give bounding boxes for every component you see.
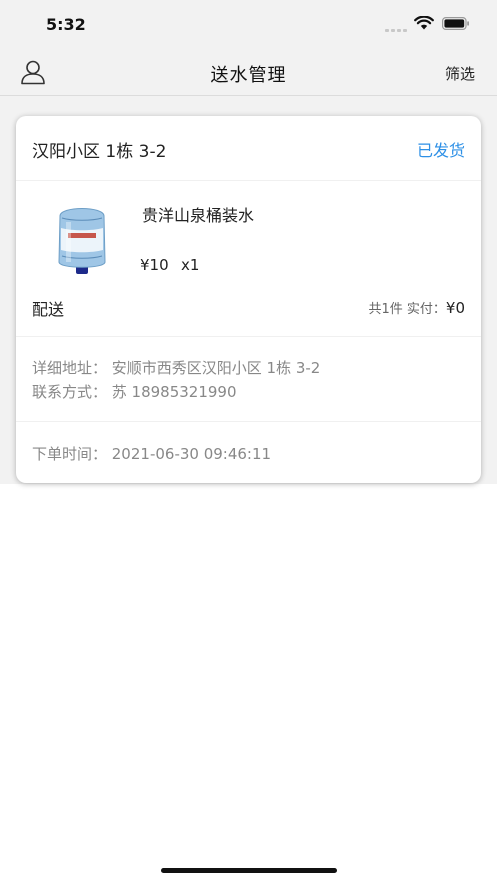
filter-button[interactable]: 筛选 <box>445 63 475 84</box>
address-line: 详细地址： 安顺市西秀区汉阳小区 1栋 3-2 <box>32 359 321 377</box>
battery-icon <box>442 17 469 30</box>
page-title: 送水管理 <box>210 65 287 86</box>
wifi-icon <box>414 16 434 30</box>
product-quantity: x1 <box>181 256 200 274</box>
card-divider <box>16 336 481 337</box>
order-address-title: 汉阳小区 1栋 3-2 <box>32 142 167 162</box>
summary-prefix: 共1件 实付： <box>368 302 446 317</box>
contact-line: 联系方式： 苏 18985321990 <box>32 383 237 401</box>
order-summary: 共1件 实付：¥0 <box>369 298 466 317</box>
order-status-badge: 已发货 <box>416 141 465 160</box>
order-card[interactable]: 汉阳小区 1栋 3-2 已发货 贵洋山泉桶装水 ¥10 x1 配送 共1件 实付… <box>16 116 481 483</box>
water-bucket-image[interactable] <box>42 200 122 276</box>
order-time-line: 下单时间： 2021-06-30 09:46:11 <box>32 445 272 463</box>
order-card-header: 汉阳小区 1栋 3-2 已发货 <box>16 116 481 181</box>
product-name: 贵洋山泉桶装水 <box>142 206 255 225</box>
status-time: 5:32 <box>46 15 86 34</box>
home-indicator <box>161 868 337 873</box>
cellular-signal-icon <box>385 26 407 32</box>
delivery-method: 配送 <box>32 300 65 319</box>
summary-amount: ¥0 <box>445 299 465 317</box>
product-price: ¥10 <box>140 256 169 274</box>
card-divider <box>16 421 481 422</box>
nav-divider <box>0 95 497 96</box>
